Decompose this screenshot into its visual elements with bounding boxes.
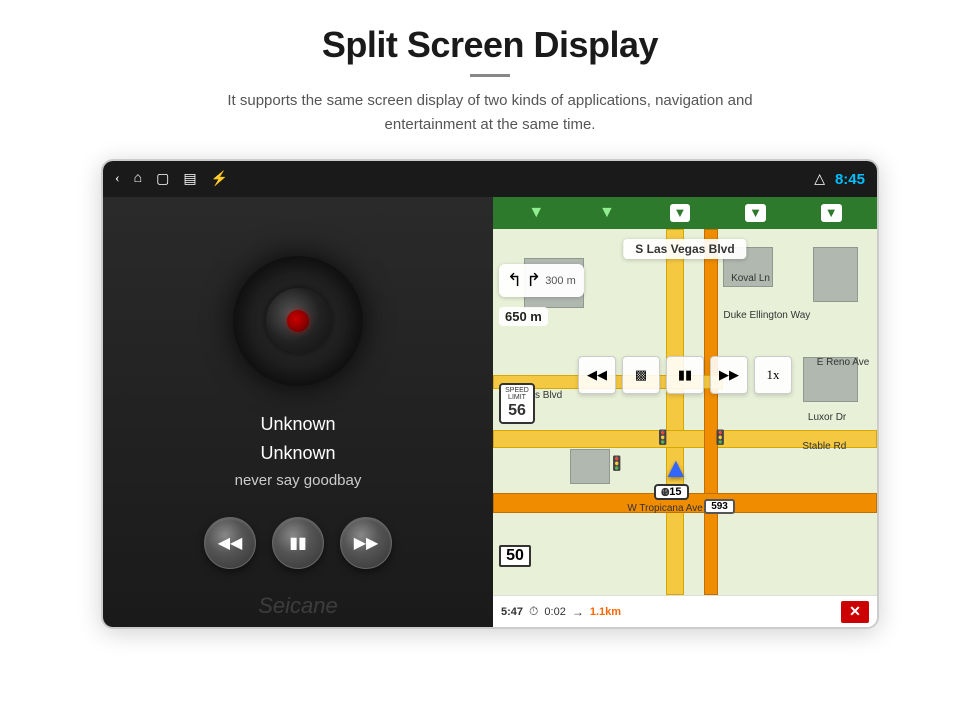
next-button[interactable]: ▶▶ — [340, 517, 392, 569]
media-overlay: ◀◀ ▩ ▮▮ ▶▶ 1x — [578, 356, 792, 394]
map-label-koval: Koval Ln — [731, 273, 770, 284]
nav-panel: ▼ ▼ ▼ ▼ ▼ — [493, 197, 877, 627]
album-art-inner — [266, 288, 331, 353]
building-5 — [570, 449, 610, 484]
map-label-stable: Stable Rd — [802, 441, 846, 452]
nav-distance: 1.1km — [590, 606, 621, 618]
media-next-btn[interactable]: ▶▶ — [710, 356, 748, 394]
nav-arrow-1: ▼ — [528, 204, 544, 222]
nav-time: 5:47 — [501, 606, 523, 618]
current-speed: 50 — [499, 545, 531, 567]
map-area: Koval Ln Duke Ellington Way Luxor Dr Sta… — [493, 229, 877, 595]
track-artist: Unknown — [260, 443, 335, 464]
prev-button[interactable]: ◀◀ — [204, 517, 256, 569]
music-controls: ◀◀ ▮▮ ▶▶ — [204, 517, 392, 569]
speed-limit-number: 56 — [503, 402, 531, 420]
road-diagonal — [704, 229, 718, 595]
album-art — [233, 256, 363, 386]
turn-left-icon: ↰ — [507, 270, 522, 291]
split-screen: Unknown Unknown never say goodbay ◀◀ ▮▮ … — [103, 197, 877, 627]
page-title: Split Screen Display — [60, 24, 920, 66]
usb-icon[interactable]: ⚡ — [211, 171, 228, 188]
highway-badge-15: ⓯15 — [654, 484, 688, 500]
map-label-luxor: Luxor Dr — [808, 412, 846, 423]
device-frame: ‹ ⌂ ▢ ▤ ⚡ △ 8:45 Unknown Unknown never — [101, 159, 879, 629]
turn-distance: 300 m — [545, 275, 576, 287]
distance-icon: → — [572, 605, 584, 619]
traffic-light-1: 🚦 — [654, 430, 671, 447]
route-arrow: ▲ — [662, 453, 690, 485]
page-subtitle: It supports the same screen display of t… — [190, 89, 790, 137]
status-time: 8:45 — [835, 171, 865, 188]
play-pause-icon: ▮▮ — [289, 533, 307, 553]
page-wrapper: Split Screen Display It supports the sam… — [0, 0, 980, 649]
nav-top-bar: ▼ ▼ ▼ ▼ ▼ — [493, 197, 877, 229]
turn-instruction: ↰ ↱ 300 m — [499, 264, 584, 297]
nav-arrow-3: ▼ — [745, 204, 766, 222]
street-name-bar: S Las Vegas Blvd — [623, 239, 746, 259]
status-bar-right: △ 8:45 — [814, 171, 865, 188]
street-name-text: S Las Vegas Blvd — [635, 242, 734, 256]
next-icon: ▶▶ — [354, 533, 379, 553]
triangle-icon: △ — [814, 171, 825, 188]
media-prev-btn[interactable]: ◀◀ — [578, 356, 616, 394]
road-vertical-main — [666, 229, 684, 595]
current-speed-number: 50 — [501, 547, 529, 565]
home-icon[interactable]: ⌂ — [134, 171, 142, 187]
status-bar: ‹ ⌂ ▢ ▤ ⚡ △ 8:45 — [103, 161, 877, 197]
speed-limit-header: SPEEDLIMIT — [503, 387, 531, 402]
map-label-tropicana: W Tropicana Ave — [627, 503, 702, 514]
media-1x-btn[interactable]: 1x — [754, 356, 792, 394]
title-section: Split Screen Display It supports the sam… — [60, 24, 920, 137]
map-label-reno: E Reno Ave — [817, 357, 870, 368]
media-grid-btn[interactable]: ▩ — [622, 356, 660, 394]
track-title: Unknown — [260, 414, 335, 435]
watermark: Seicane — [258, 593, 338, 619]
nav-close-button[interactable]: ✕ — [841, 601, 869, 623]
app-icon[interactable]: ▢ — [156, 171, 169, 188]
back-icon[interactable]: ‹ — [115, 171, 120, 187]
turn-right-icon: ↱ — [526, 270, 541, 291]
nav-bottom-bar: 5:47 ⏱ 0:02 → 1.1km ✕ — [493, 595, 877, 627]
nav-duration: 0:02 — [544, 606, 565, 618]
album-art-center — [287, 310, 309, 332]
track-album: never say goodbay — [235, 472, 362, 489]
clock-icon: ⏱ — [529, 604, 538, 619]
music-panel: Unknown Unknown never say goodbay ◀◀ ▮▮ … — [103, 197, 493, 627]
building-3 — [813, 247, 858, 302]
nav-arrow-4: ▼ — [821, 204, 842, 222]
traffic-light-3: 🚦 — [608, 456, 625, 473]
title-divider — [470, 74, 510, 77]
tropicana-badge: 593 — [704, 499, 735, 514]
nav-arrow-highlight: ▼ — [670, 204, 691, 222]
image-icon[interactable]: ▤ — [183, 171, 196, 188]
map-label-duke: Duke Ellington Way — [723, 310, 810, 321]
prev-icon: ◀◀ — [218, 533, 243, 553]
distance-text: 650 m — [505, 309, 542, 324]
speed-limit-sign: SPEEDLIMIT 56 — [499, 383, 535, 424]
media-pause-btn[interactable]: ▮▮ — [666, 356, 704, 394]
traffic-light-2: 🚦 — [712, 430, 729, 447]
play-pause-button[interactable]: ▮▮ — [272, 517, 324, 569]
nav-arrow-2: ▼ — [599, 204, 615, 222]
distance-box: 650 m — [499, 307, 548, 326]
